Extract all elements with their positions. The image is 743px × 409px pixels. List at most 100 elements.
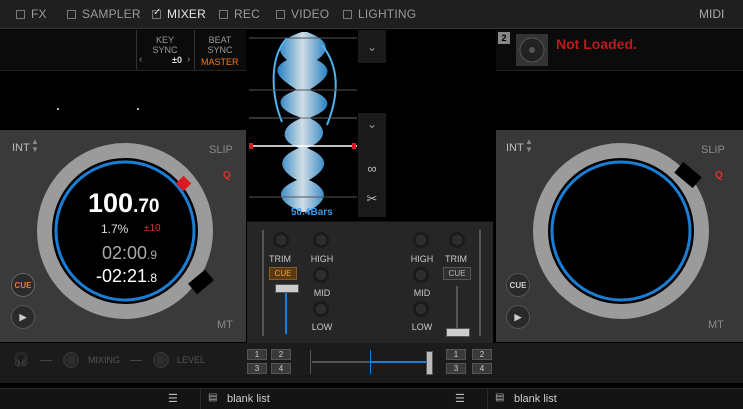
deck-left: INT ▲ ▼ SLIP Q MT 100.70 1.7% ±10 02:00.9… — [0, 130, 246, 342]
play-button[interactable]: ▶ — [506, 305, 530, 329]
channel-1-fader[interactable] — [275, 284, 299, 293]
level-knob[interactable] — [153, 352, 169, 368]
lighting-toggle[interactable]: LIGHTING — [343, 7, 416, 21]
high-label-right: HIGH — [410, 254, 434, 264]
remaining-decimal: .8 — [147, 271, 158, 285]
mid-knob-left[interactable] — [313, 267, 329, 283]
play-icon: ▶ — [514, 311, 522, 322]
chevron-down-icon[interactable]: ⌄ — [358, 30, 386, 63]
mixer-label: MIXER — [167, 7, 207, 21]
quantize-button[interactable]: Q — [223, 170, 231, 181]
high-knob-right[interactable] — [413, 232, 429, 248]
int-label[interactable]: INT — [12, 142, 30, 154]
left-playlist-label[interactable]: blank list — [227, 393, 270, 405]
sampler-label: SAMPLER — [82, 7, 141, 21]
fx-slot-right-1[interactable]: 1 — [446, 349, 466, 360]
high-knob-left[interactable] — [313, 232, 329, 248]
divider — [194, 30, 195, 70]
right-playlist-label[interactable]: blank list — [514, 393, 557, 405]
divider — [40, 360, 52, 361]
rec-toggle[interactable]: REC — [219, 7, 260, 21]
deck-number-badge: 2 — [498, 32, 510, 44]
low-knob-left[interactable] — [313, 301, 329, 317]
video-label: VIDEO — [291, 7, 330, 21]
crossfader-handle[interactable] — [426, 351, 433, 375]
rec-checkbox[interactable] — [219, 9, 228, 19]
low-knob-right[interactable] — [413, 301, 429, 317]
fx-checkbox[interactable] — [16, 9, 25, 19]
midi-button[interactable]: MIDI — [699, 7, 724, 21]
play-button[interactable]: ▶ — [11, 305, 35, 329]
pitch-range[interactable]: ±10 — [144, 223, 161, 234]
channel-1-divider — [262, 230, 264, 336]
low-label-left: LOW — [311, 322, 333, 332]
sampler-toggle[interactable]: SAMPLER — [67, 7, 141, 21]
cue-button[interactable]: CUE — [506, 273, 530, 297]
video-checkbox[interactable] — [276, 9, 285, 19]
divider — [487, 389, 488, 409]
fx-slot-left-2[interactable]: 2 — [271, 349, 291, 360]
mixer-checkbox[interactable] — [152, 7, 162, 19]
mid-knob-right[interactable] — [413, 267, 429, 283]
fx-slot-left-3[interactable]: 3 — [247, 363, 267, 374]
menu-icon[interactable]: ☰ — [168, 392, 178, 405]
lighting-label: LIGHTING — [358, 7, 417, 21]
sampler-checkbox[interactable] — [67, 9, 76, 19]
waveform-tools: ⌄ ∞ ✂ — [358, 113, 386, 217]
scissors-icon[interactable]: ✂ — [358, 191, 386, 207]
fx-slot-left-1[interactable]: 1 — [247, 349, 267, 360]
fx-label: FX — [31, 7, 47, 21]
channel-2-cue-button[interactable]: CUE — [443, 267, 471, 280]
overview-marker — [137, 108, 139, 110]
center-waveform[interactable]: ⌄ ⌄ ∞ ✂ 50.4Bars — [247, 30, 493, 220]
menu-icon[interactable]: ☰ — [455, 392, 465, 405]
fx-slot-right-2[interactable]: 2 — [472, 349, 492, 360]
master-tempo-button[interactable]: MT — [217, 319, 233, 331]
divider — [136, 30, 137, 70]
int-label[interactable]: INT — [506, 142, 524, 154]
cue-button[interactable]: CUE — [11, 273, 35, 297]
headphones-icon[interactable]: 🎧︎ — [12, 351, 30, 368]
bpm-integer: 100 — [88, 188, 134, 218]
key-up-icon[interactable]: › — [187, 54, 190, 65]
chevron-down-icon[interactable]: ⌄ — [358, 117, 386, 131]
key-sync-label[interactable]: KEY SYNC — [146, 35, 184, 55]
key-value: ±0 — [172, 55, 182, 65]
channel-2-fader-track — [456, 286, 458, 334]
top-toolbar: FX SAMPLER MIXER REC VIDEO LIGHTING MIDI — [0, 0, 743, 29]
mixer-toggle[interactable]: MIXER — [152, 7, 206, 21]
trim-knob-left[interactable] — [273, 232, 289, 248]
level-label: LEVEL — [177, 355, 206, 365]
browser-footer: ☰ ▤ blank list ☰ ▤ blank list — [0, 388, 743, 409]
elapsed-time: 02:00.9 — [102, 243, 157, 264]
jog-wheel[interactable] — [528, 138, 714, 324]
track-artwork — [516, 34, 548, 66]
master-button[interactable]: MASTER — [201, 57, 239, 67]
list-icon: ▤ — [495, 392, 505, 403]
fx-slot-right-4[interactable]: 4 — [472, 363, 492, 374]
remaining-main: -02:21 — [96, 266, 148, 286]
deck-right-header: 2 Not Loaded. — [496, 30, 743, 71]
mixing-knob[interactable] — [63, 352, 79, 368]
key-down-icon[interactable]: ‹ — [139, 54, 142, 65]
mid-label-left: MID — [313, 288, 331, 298]
fx-slot-right-3[interactable]: 3 — [446, 363, 466, 374]
fx-toggle[interactable]: FX — [16, 7, 47, 21]
channel-2-fader[interactable] — [446, 328, 470, 337]
beat-sync-button[interactable]: BEAT SYNC — [200, 35, 240, 55]
crossfader-track — [312, 361, 370, 363]
deck-left-overview[interactable] — [0, 71, 246, 129]
deck-right: INT ▲ ▼ SLIP Q MT CUE ▶ — [496, 130, 743, 342]
channel-2-divider — [479, 230, 481, 336]
fx-slot-left-4[interactable]: 4 — [271, 363, 291, 374]
lighting-checkbox[interactable] — [343, 9, 352, 19]
channel-1-cue-button[interactable]: CUE — [269, 267, 297, 280]
remaining-time: -02:21.8 — [96, 266, 157, 287]
play-icon: ▶ — [19, 311, 27, 322]
video-toggle[interactable]: VIDEO — [276, 7, 329, 21]
quantize-button[interactable]: Q — [715, 170, 723, 181]
trim-knob-right[interactable] — [449, 232, 465, 248]
trim-label-left: TRIM — [269, 254, 291, 264]
deck-right-overview[interactable] — [496, 71, 743, 129]
link-icon[interactable]: ∞ — [358, 161, 386, 176]
